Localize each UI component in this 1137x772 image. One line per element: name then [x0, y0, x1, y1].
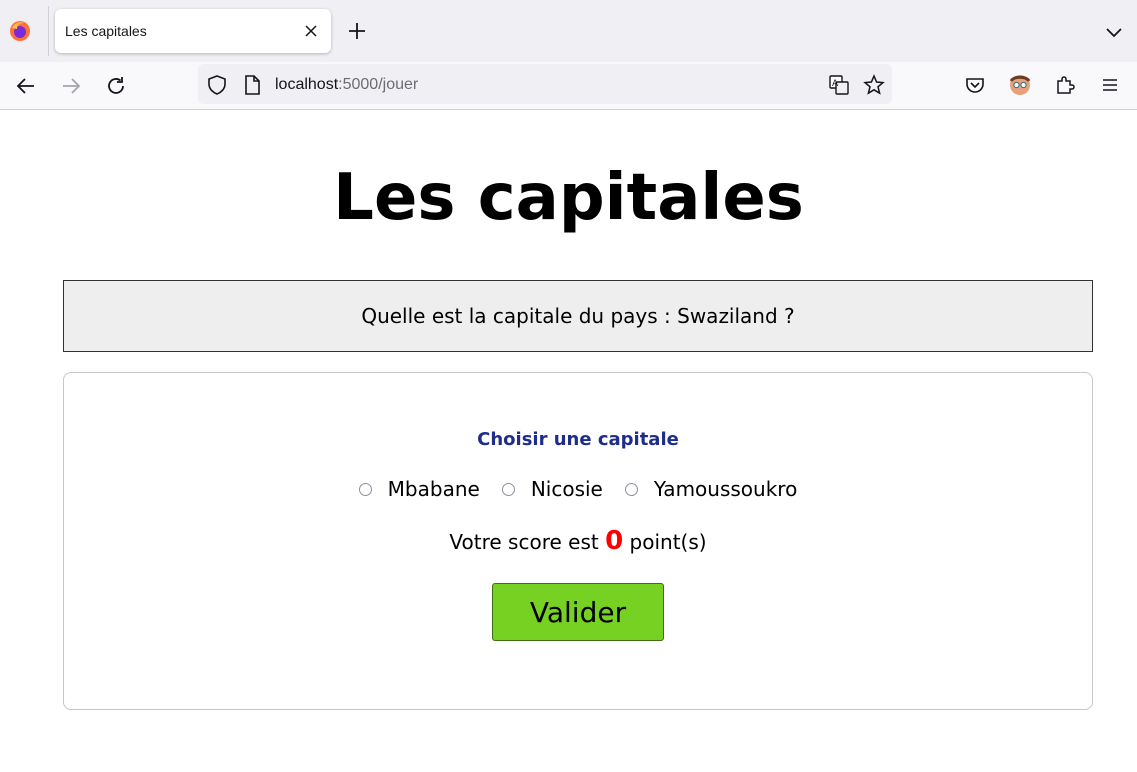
star-icon[interactable]	[862, 73, 886, 97]
radio-button[interactable]	[358, 482, 372, 496]
option-yamoussoukro[interactable]: Yamoussoukro	[624, 477, 798, 501]
tab-strip: Les capitales	[0, 0, 1137, 62]
chevron-down-icon[interactable]	[1102, 20, 1126, 44]
option-label: Mbabane	[387, 477, 480, 501]
tab-title: Les capitales	[65, 23, 147, 39]
option-mbabane[interactable]: Mbabane	[358, 477, 480, 501]
translate-icon[interactable]: A	[827, 73, 851, 97]
browser-tab[interactable]: Les capitales	[55, 9, 331, 53]
arrow-right-icon[interactable]	[58, 73, 84, 99]
plus-icon[interactable]	[344, 18, 370, 44]
url-bar[interactable]: localhost:5000/jouer A	[198, 64, 892, 104]
shield-icon[interactable]	[205, 73, 229, 97]
option-nicosie[interactable]: Nicosie	[501, 477, 603, 501]
radio-button[interactable]	[624, 482, 638, 496]
svg-text:A: A	[832, 79, 839, 89]
tab-separator	[48, 6, 49, 56]
page-icon[interactable]	[240, 73, 264, 97]
firefox-logo-icon	[10, 21, 30, 41]
pocket-icon[interactable]	[962, 72, 988, 98]
answer-form: Choisir une capitale Mbabane Nicosie Yam…	[63, 372, 1093, 710]
radio-button[interactable]	[501, 482, 515, 496]
score-prefix: Votre score est	[449, 530, 599, 554]
reload-icon[interactable]	[103, 73, 129, 99]
option-label: Yamoussoukro	[653, 477, 798, 501]
option-label: Nicosie	[530, 477, 603, 501]
hamburger-menu-icon[interactable]	[1097, 72, 1123, 98]
url-host: localhost	[275, 76, 339, 93]
url-text[interactable]: localhost:5000/jouer	[275, 76, 418, 94]
score-line: Votre score est 0 point(s)	[64, 526, 1092, 556]
close-icon[interactable]	[301, 21, 321, 41]
choose-label: Choisir une capitale	[477, 429, 679, 450]
question-box: Quelle est la capitale du pays : Swazila…	[63, 280, 1093, 352]
url-path: :5000/jouer	[338, 76, 419, 93]
validate-button[interactable]: Valider	[492, 583, 664, 641]
page-title: Les capitales	[333, 161, 804, 235]
capital-options: Mbabane Nicosie Yamoussoukro	[64, 477, 1092, 501]
question-text: Quelle est la capitale du pays : Swazila…	[361, 304, 795, 328]
avatar-icon[interactable]	[1007, 72, 1033, 98]
score-value: 0	[605, 526, 624, 556]
score-suffix: point(s)	[629, 530, 707, 554]
navigation-toolbar: localhost:5000/jouer A	[0, 62, 1137, 110]
puzzle-icon[interactable]	[1052, 72, 1078, 98]
arrow-left-icon[interactable]	[13, 73, 39, 99]
